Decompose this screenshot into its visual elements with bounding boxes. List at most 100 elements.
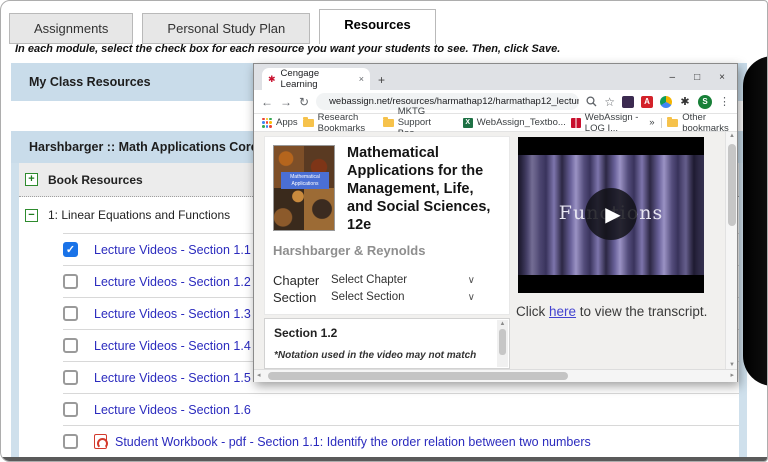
bookmark-research[interactable]: Research Bookmarks: [303, 112, 378, 134]
panel-scrollbar[interactable]: ▲: [497, 320, 508, 367]
tab-bar: Assignments Personal Study Plan Resource…: [9, 9, 445, 44]
chapter-section-selects: Chapter Select Chapter ∨ Section Select …: [273, 272, 501, 306]
back-icon[interactable]: ←: [261, 96, 273, 108]
resource-link[interactable]: Lecture Videos - Section 1.6: [94, 403, 251, 417]
folder-icon: [667, 119, 678, 127]
browser-vertical-scrollbar[interactable]: ▲ ▼: [725, 132, 737, 369]
transcript-text: to view the transcript.: [576, 304, 707, 319]
book-authors: Harshbarger & Reynolds: [273, 235, 501, 258]
play-icon: ▶: [605, 201, 620, 226]
section-note: *Notation used in the video may not matc…: [274, 350, 489, 361]
resource-checkbox[interactable]: [63, 338, 78, 353]
chevron-down-icon[interactable]: ∨: [468, 292, 475, 303]
bookmark-label: Apps: [276, 117, 298, 128]
book-card: Mathematical Applications Mathematical A…: [264, 136, 510, 315]
acrobat-extension-icon[interactable]: A: [641, 96, 653, 108]
transcript-link[interactable]: here: [549, 304, 576, 319]
resource-checkbox[interactable]: [63, 402, 78, 417]
chevron-down-icon[interactable]: ∨: [468, 275, 475, 286]
resource-link[interactable]: Lecture Videos - Section 1.4: [94, 339, 251, 353]
resource-link[interactable]: Student Workbook - pdf - Section 1.1: Id…: [115, 435, 591, 449]
extension-dark-icon[interactable]: [622, 96, 634, 108]
book-cover-image: Mathematical Applications: [273, 145, 335, 231]
section-label: Section: [273, 290, 331, 305]
bookmark-label: WebAssign_Textbo...: [477, 117, 566, 128]
right-edge-bezel: [743, 56, 768, 386]
browser-popup-window: ✱ Cengage Learning × + – □ × ← → ↻ webas…: [253, 63, 738, 382]
horizontal-scroll-thumb[interactable]: [268, 372, 568, 380]
resource-checkbox[interactable]: ✓: [63, 242, 78, 257]
tab-resources[interactable]: Resources: [319, 9, 435, 44]
other-bookmarks[interactable]: Other bookmarks: [667, 112, 729, 134]
chapter-select[interactable]: Select Chapter: [331, 274, 407, 286]
resource-link[interactable]: Lecture Videos - Section 1.5: [94, 371, 251, 385]
browser-toolbar: ← → ↻ webassign.net/resources/harmathap1…: [254, 90, 737, 114]
green-doc-icon: X: [463, 118, 473, 128]
bookmark-star-icon[interactable]: ☆: [604, 96, 615, 108]
browser-titlebar[interactable]: ✱ Cengage Learning × + – □ ×: [254, 64, 737, 90]
section-select-row: Section Select Section ∨: [273, 289, 501, 306]
scroll-up-icon[interactable]: ▲: [726, 133, 737, 139]
resource-checkbox[interactable]: [63, 306, 78, 321]
close-button[interactable]: ×: [719, 73, 725, 83]
resource-link[interactable]: Lecture Videos - Section 1.1: [94, 243, 251, 257]
extension-color-icon[interactable]: [660, 96, 672, 108]
bookmark-label: Research Bookmarks: [318, 112, 378, 134]
module-title: 1: Linear Equations and Functions: [48, 208, 230, 222]
resource-checkbox[interactable]: [63, 434, 78, 449]
scroll-right-icon[interactable]: ▸: [730, 371, 734, 379]
tab-personal-study-plan[interactable]: Personal Study Plan: [142, 13, 310, 44]
resource-row: Student Workbook - pdf - Section 1.1: Id…: [63, 426, 739, 458]
forward-icon[interactable]: →: [280, 96, 292, 108]
resource-link[interactable]: Lecture Videos - Section 1.2: [94, 275, 251, 289]
reload-icon[interactable]: ↻: [299, 96, 309, 108]
zoom-icon[interactable]: [586, 96, 597, 107]
resource-checkbox[interactable]: [63, 370, 78, 385]
vertical-scroll-thumb[interactable]: [728, 144, 736, 226]
cengage-favicon-icon: ✱: [268, 74, 276, 85]
section-select[interactable]: Select Section: [331, 291, 405, 303]
scroll-left-icon[interactable]: ◂: [257, 371, 261, 379]
browser-menu-icon[interactable]: ⋮: [719, 95, 730, 108]
folder-icon: [383, 119, 394, 127]
browser-horizontal-scrollbar[interactable]: ◂ ▸: [254, 369, 737, 382]
window-controls: – □ ×: [670, 73, 737, 90]
tab-close-icon[interactable]: ×: [359, 74, 364, 84]
bookmark-apps[interactable]: Apps: [262, 117, 298, 128]
screenshot-frame: Assignments Personal Study Plan Resource…: [0, 0, 768, 462]
resource-link[interactable]: Lecture Videos - Section 1.3: [94, 307, 251, 321]
section-notes-panel: Section 1.2 *Notation used in the video …: [264, 318, 510, 369]
bottom-edge-shadow: [1, 457, 767, 461]
chapter-select-row: Chapter Select Chapter ∨: [273, 272, 501, 289]
maximize-button[interactable]: □: [694, 73, 700, 83]
bookmarks-separator: [661, 118, 662, 128]
book-resources-label: Book Resources: [48, 173, 143, 187]
my-class-resources-label: My Class Resources: [29, 75, 151, 89]
video-player[interactable]: Functions ▶: [518, 137, 704, 293]
bookmarks-right: » Other bookmarks: [649, 112, 729, 134]
new-tab-button[interactable]: +: [378, 73, 385, 87]
collapse-icon[interactable]: −: [25, 209, 38, 222]
browser-tab-title: Cengage Learning: [281, 68, 354, 90]
browser-content: Mathematical Applications Mathematical A…: [254, 132, 737, 369]
scroll-down-icon[interactable]: ▼: [726, 362, 737, 368]
pdf-icon: [94, 434, 107, 449]
resource-checkbox[interactable]: [63, 274, 78, 289]
extension-pinwheel-icon[interactable]: ✱: [679, 96, 691, 108]
profile-avatar[interactable]: S: [698, 95, 712, 109]
minimize-button[interactable]: –: [670, 73, 676, 83]
section-heading: Section 1.2: [274, 326, 489, 340]
tab-assignments[interactable]: Assignments: [9, 13, 133, 44]
bookmark-label: Other bookmarks: [682, 112, 729, 134]
expand-icon[interactable]: +: [25, 173, 38, 186]
browser-tab[interactable]: ✱ Cengage Learning ×: [262, 68, 370, 90]
play-button[interactable]: ▶: [585, 188, 637, 240]
resource-row: Lecture Videos - Section 1.6: [63, 394, 739, 426]
bookmark-webassign-login[interactable]: WebAssign - LOG I...: [571, 112, 644, 134]
apps-grid-icon: [262, 118, 272, 128]
book-title: Mathematical Applications for the Manage…: [347, 145, 501, 235]
scroll-up-icon[interactable]: ▲: [497, 321, 508, 327]
bookmark-webassign-textbook[interactable]: X WebAssign_Textbo...: [463, 117, 566, 128]
panel-scroll-thumb[interactable]: [499, 329, 506, 355]
bookmarks-overflow-icon[interactable]: »: [649, 117, 654, 128]
